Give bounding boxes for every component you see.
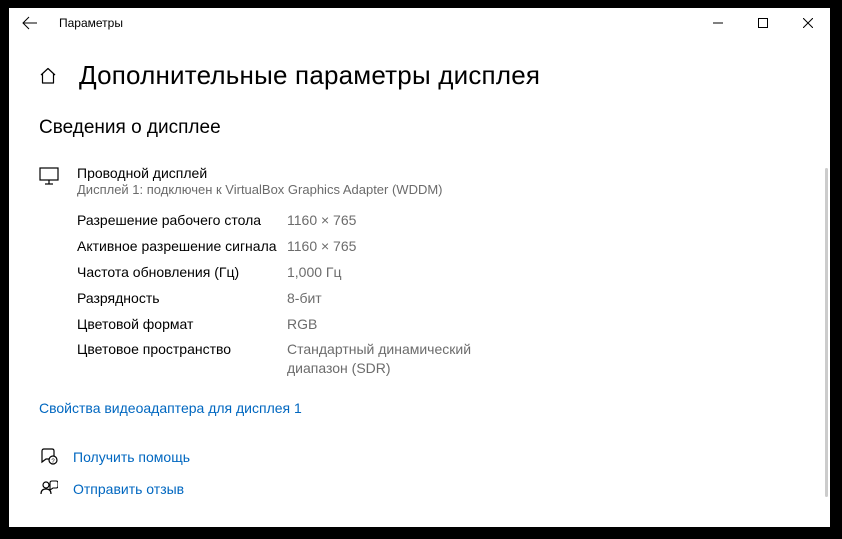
spec-row: Цветовое пространствоСтандартный динамич… bbox=[77, 340, 830, 378]
minimize-icon bbox=[713, 18, 723, 28]
display-info: Проводной дисплей Дисплей 1: подключен к… bbox=[39, 165, 830, 197]
arrow-left-icon bbox=[22, 15, 38, 31]
page-title: Дополнительные параметры дисплея bbox=[79, 60, 540, 91]
content-area: Дополнительные параметры дисплея Сведени… bbox=[9, 38, 830, 527]
scrollbar[interactable] bbox=[825, 168, 828, 497]
spec-row: Разрядность8-бит bbox=[77, 289, 830, 308]
home-icon bbox=[39, 67, 57, 85]
spec-label: Цветовое пространство bbox=[77, 340, 287, 378]
spec-row: Разрешение рабочего стола1160 × 765 bbox=[77, 211, 830, 230]
close-icon bbox=[803, 18, 813, 28]
spec-value: 1160 × 765 bbox=[287, 237, 356, 256]
send-feedback-link[interactable]: Отправить отзыв bbox=[73, 481, 184, 497]
spec-label: Частота обновления (Гц) bbox=[77, 263, 287, 282]
home-button[interactable] bbox=[39, 66, 59, 86]
spec-row: Частота обновления (Гц)1,000 Гц bbox=[77, 263, 830, 282]
titlebar: Параметры bbox=[9, 8, 830, 38]
back-button[interactable] bbox=[9, 8, 51, 38]
spec-label: Разрешение рабочего стола bbox=[77, 211, 287, 230]
section-title: Сведения о дисплее bbox=[39, 117, 830, 139]
maximize-icon bbox=[758, 18, 768, 28]
spec-value: 8-бит bbox=[287, 289, 322, 308]
spec-label: Цветовой формат bbox=[77, 315, 287, 334]
feedback-icon bbox=[39, 480, 59, 498]
display-detail: Дисплей 1: подключен к VirtualBox Graphi… bbox=[77, 182, 443, 197]
spec-value: RGB bbox=[287, 315, 317, 334]
spec-row: Активное разрешение сигнала1160 × 765 bbox=[77, 237, 830, 256]
monitor-icon bbox=[39, 167, 61, 190]
minimize-button[interactable] bbox=[695, 8, 740, 38]
maximize-button[interactable] bbox=[740, 8, 785, 38]
window-controls bbox=[695, 8, 830, 38]
get-help-link[interactable]: Получить помощь bbox=[73, 449, 190, 465]
window-title: Параметры bbox=[51, 16, 695, 30]
spec-label: Активное разрешение сигнала bbox=[77, 237, 287, 256]
settings-window: Параметры bbox=[9, 8, 830, 527]
spec-value: Стандартный динамический диапазон (SDR) bbox=[287, 340, 507, 378]
help-icon: ? bbox=[39, 448, 59, 466]
spec-table: Разрешение рабочего стола1160 × 765Актив… bbox=[77, 211, 830, 378]
spec-value: 1160 × 765 bbox=[287, 211, 356, 230]
display-name: Проводной дисплей bbox=[77, 165, 443, 181]
adapter-properties-link[interactable]: Свойства видеоадаптера для дисплея 1 bbox=[39, 400, 302, 416]
spec-row: Цветовой форматRGB bbox=[77, 315, 830, 334]
close-button[interactable] bbox=[785, 8, 830, 38]
spec-value: 1,000 Гц bbox=[287, 263, 342, 282]
spec-label: Разрядность bbox=[77, 289, 287, 308]
